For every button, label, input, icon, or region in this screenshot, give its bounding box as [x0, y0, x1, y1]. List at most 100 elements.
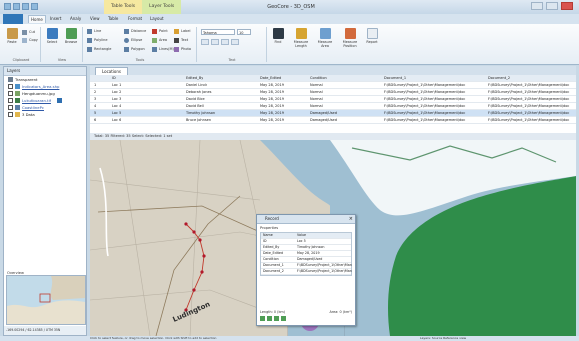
- table-row[interactable]: 4 Loc 4 David Bell May 28, 2019 Normal F…: [90, 103, 576, 110]
- measure-length-button[interactable]: Measure Length: [290, 28, 312, 52]
- cut-button[interactable]: Cut: [22, 29, 35, 35]
- checkbox-icon[interactable]: [8, 98, 13, 103]
- pencil-icon: [8, 77, 13, 82]
- paste-button[interactable]: Paste: [4, 28, 20, 52]
- layer-item[interactable]: Indicators_Area.shp: [4, 83, 86, 90]
- tool-photo[interactable]: Photo: [174, 46, 191, 52]
- table-icon[interactable]: [56, 98, 62, 103]
- tool-area[interactable]: Area: [152, 37, 167, 43]
- measure-area-button[interactable]: Measure Area: [314, 28, 336, 52]
- table-row[interactable]: 3 Loc 3 David Bice May 28, 2019 Normal F…: [90, 96, 576, 103]
- application-menu-button[interactable]: [3, 14, 23, 24]
- raster-layer-icon: [15, 91, 20, 96]
- context-tabs: Table Tools Layer Tools: [104, 0, 182, 14]
- context-tab-layer-tools[interactable]: Layer Tools: [142, 0, 182, 14]
- format-buttons: [201, 39, 239, 45]
- label-icon: [174, 28, 179, 34]
- font-size-select[interactable]: 10: [237, 29, 251, 35]
- column-header[interactable]: Date_Edited: [260, 75, 281, 81]
- tool-line[interactable]: Line: [87, 28, 101, 34]
- layers-panel: Layers Transparent Indicators_Area.shp H…: [3, 66, 87, 336]
- select-button[interactable]: Select: [44, 28, 60, 52]
- navigate-next-icon[interactable]: [274, 316, 279, 321]
- undo-icon[interactable]: [13, 3, 20, 10]
- navigate-first-icon[interactable]: [260, 316, 265, 321]
- area-icon: [152, 37, 157, 43]
- redo-icon[interactable]: [22, 3, 29, 10]
- tab-view[interactable]: View: [90, 15, 100, 23]
- tool-ellipse[interactable]: Ellipse: [124, 37, 142, 43]
- record-dialog-footer: Length: 0 (km) Area: 0 (km²): [260, 310, 352, 321]
- find-button[interactable]: Find: [270, 28, 286, 52]
- tool-lines-m[interactable]: Lines(M): [152, 46, 174, 52]
- checkbox-icon[interactable]: [8, 112, 13, 117]
- table-status-bar: Total: 35 Filtered: 35 Select: Selected:…: [90, 133, 576, 140]
- checkbox-icon[interactable]: [8, 91, 13, 96]
- dropdown-icon[interactable]: [31, 3, 38, 10]
- area-readout: Area: 0 (km²): [329, 310, 352, 314]
- properties-grid: Name Value ID Loc 5 Edited_By Timothy John…: [260, 232, 352, 276]
- ribbon: Paste Cut Copy Clipboard Select Browse V…: [0, 24, 579, 65]
- window-controls: [531, 2, 573, 10]
- copy-button[interactable]: Copy: [22, 37, 38, 43]
- minimize-button[interactable]: [531, 2, 543, 10]
- close-button[interactable]: [561, 2, 573, 10]
- layer-item[interactable]: Transparent: [4, 76, 86, 83]
- table-row[interactable]: 1 Loc 1 Daniel Linck May 28, 2019 Normal…: [90, 82, 576, 89]
- column-header[interactable]: ID: [112, 75, 116, 81]
- quick-access-toolbar: [4, 2, 66, 11]
- navigate-prev-icon[interactable]: [267, 316, 272, 321]
- area-measure-icon: [319, 28, 331, 39]
- status-bar: Click to select feature, or drag to move…: [0, 336, 579, 341]
- context-tab-table-tools[interactable]: Table Tools: [104, 0, 143, 14]
- tool-polyline[interactable]: Polyline: [87, 37, 108, 43]
- checkbox-icon[interactable]: [8, 105, 13, 110]
- browse-button[interactable]: Browse: [63, 28, 79, 52]
- column-header[interactable]: Condition: [310, 75, 327, 81]
- table-row-selected[interactable]: 5 Loc 5 Timothy Johnson May 28, 2019 Dam…: [90, 110, 576, 117]
- report-button[interactable]: Report: [364, 28, 380, 52]
- tab-insert[interactable]: Insert: [50, 15, 61, 23]
- polygon-icon: [124, 46, 129, 52]
- italic-button[interactable]: [211, 39, 219, 45]
- text-icon: [174, 37, 179, 43]
- layer-item[interactable]: Hengduanmu.jpg: [4, 90, 86, 97]
- tool-polygon[interactable]: Polygon: [124, 46, 145, 52]
- layer-item[interactable]: CoastlinePc: [4, 104, 86, 111]
- overview-map-graphic: [7, 276, 85, 324]
- table-row[interactable]: 2 Loc 2 Deborah Jones May 28, 2019 Norma…: [90, 89, 576, 96]
- align-right-button[interactable]: [231, 39, 239, 45]
- property-row[interactable]: Document_2 F:\BDSurvey\Project_1\Other\Ma…: [261, 269, 352, 275]
- copy-icon: [22, 37, 27, 43]
- raster-layer-icon: [15, 98, 20, 103]
- ellipse-icon: [124, 37, 129, 43]
- column-header[interactable]: Document_1: [384, 75, 406, 81]
- table-row[interactable]: 6 Loc 6 Bruce Johnsen May 28, 2019 Damag…: [90, 117, 576, 124]
- tool-point[interactable]: Point: [152, 28, 168, 34]
- bold-button[interactable]: [201, 39, 209, 45]
- column-header[interactable]: Document_2: [488, 75, 510, 81]
- tab-analyze[interactable]: Analy: [70, 15, 81, 23]
- checkbox-icon[interactable]: [8, 84, 13, 89]
- tool-rectangle[interactable]: Rectangle: [87, 46, 111, 52]
- layer-item[interactable]: 3 Data: [4, 111, 86, 118]
- column-header[interactable]: Edited_By: [186, 75, 203, 81]
- align-left-button[interactable]: [221, 39, 229, 45]
- maximize-button[interactable]: [546, 2, 558, 10]
- close-icon[interactable]: ×: [349, 215, 353, 223]
- save-icon[interactable]: [4, 3, 11, 10]
- layer-item[interactable]: Lukutbuaran.tif: [4, 97, 86, 104]
- tab-table[interactable]: Table: [108, 15, 118, 23]
- tool-text[interactable]: Text: [174, 37, 188, 43]
- insert-group: Find Measure Length Measure Area Measure…: [268, 27, 384, 62]
- tool-distance[interactable]: Distance: [124, 28, 146, 34]
- pin-icon: [344, 28, 356, 39]
- measure-position-button[interactable]: Measure Position: [338, 28, 362, 52]
- navigate-last-icon[interactable]: [281, 316, 286, 321]
- tool-label[interactable]: Label: [174, 28, 190, 34]
- tab-home[interactable]: Home: [28, 15, 46, 23]
- tab-format[interactable]: Format: [128, 15, 142, 23]
- font-family-select[interactable]: Tahoma: [201, 29, 235, 35]
- tab-layout[interactable]: Layout: [150, 15, 164, 23]
- overview-map[interactable]: [6, 275, 86, 325]
